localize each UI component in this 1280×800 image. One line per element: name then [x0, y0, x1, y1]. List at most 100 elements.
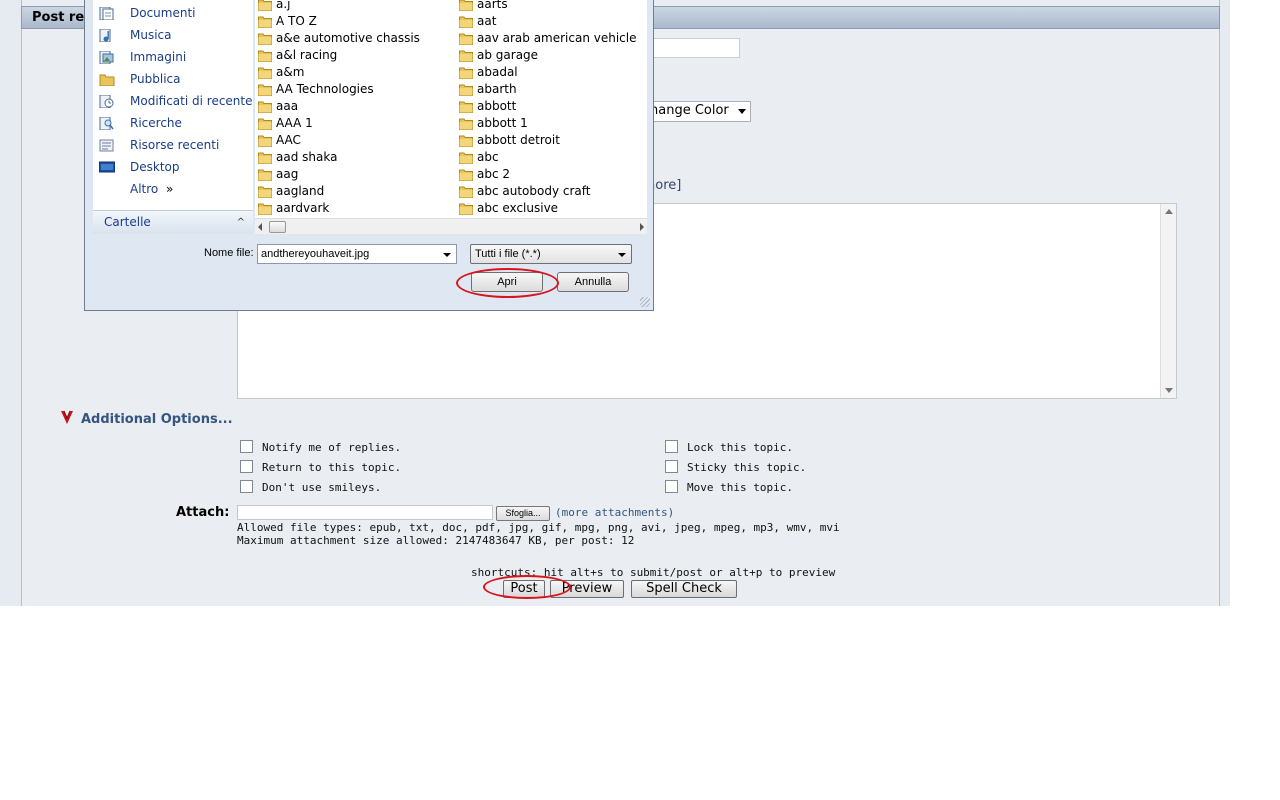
post-reply-title: Post re: [32, 10, 85, 25]
nav-item-label: Immagini: [130, 50, 187, 64]
nav-item-label: Musica: [130, 28, 172, 42]
additional-options-label: Additional Options...: [81, 412, 233, 427]
folder-name: AA Technologies: [276, 82, 374, 96]
filetype-select[interactable]: Tutti i file (*.*): [470, 244, 632, 264]
nav-item-label: Documenti: [130, 6, 196, 20]
folder-name: aarts: [477, 0, 508, 11]
folder-name: abbott detroit: [477, 133, 560, 147]
folder-name: a.j: [276, 0, 291, 11]
folder-icon: [459, 67, 473, 79]
folder-icon: [258, 67, 272, 79]
searches-icon: [99, 117, 114, 130]
folder-icon: [459, 50, 473, 62]
public-folder-icon: [99, 74, 115, 86]
folder-name: abc autobody craft: [477, 184, 591, 198]
folder-name: aardvark: [276, 201, 330, 215]
chevron-down-icon: [738, 109, 746, 114]
allowed-file-types: Allowed file types: epub, txt, doc, pdf,…: [237, 521, 840, 534]
file-open-dialog: Documenti Musica Immagini Pubblica Modif…: [84, 0, 654, 311]
notify-replies-label: Notify me of replies.: [262, 441, 402, 454]
max-attachment-size: Maximum attachment size allowed: 2147483…: [237, 534, 635, 547]
folder-icon: [258, 118, 272, 130]
folder-icon: [459, 33, 473, 45]
folder-name: abbott 1: [477, 116, 528, 130]
folder-icon: [258, 101, 272, 113]
color-select[interactable]: hange Color: [640, 101, 751, 122]
folders-label: Cartelle: [104, 215, 151, 229]
folder-icon: [258, 203, 272, 215]
folder-name: abbott: [477, 99, 517, 113]
folder-icon: [258, 135, 272, 147]
pictures-icon: [99, 51, 114, 64]
message-scrollbar[interactable]: [1160, 204, 1176, 398]
filetype-value: Tutti i file (*.*): [475, 248, 541, 260]
folder-icon: [459, 16, 473, 28]
folder-icon: [258, 50, 272, 62]
nav-item-label: Risorse recenti: [130, 138, 220, 152]
folder-name: aad shaka: [276, 150, 338, 164]
sticky-topic-checkbox[interactable]: [665, 460, 678, 473]
filename-value: andthereyouhaveit.jpg: [261, 248, 370, 260]
folder-name: aaa: [276, 99, 299, 113]
folder-icon: [459, 169, 473, 181]
scroll-right-icon[interactable]: [640, 223, 644, 231]
return-topic-checkbox[interactable]: [240, 460, 253, 473]
folder-name: abc: [477, 150, 499, 164]
attachment-file-input[interactable]: [237, 505, 493, 520]
subject-input[interactable]: [640, 38, 740, 58]
music-icon: [99, 29, 111, 42]
spell-check-button[interactable]: Spell Check: [631, 580, 737, 598]
sticky-topic-label: Sticky this topic.: [687, 461, 807, 474]
folder-icon: [459, 0, 473, 11]
folder-icon: [459, 84, 473, 96]
post-button[interactable]: Post: [503, 580, 545, 598]
folder-name: AAC: [276, 133, 301, 147]
folder-icon: [459, 118, 473, 130]
scroll-down-icon[interactable]: [1165, 388, 1173, 393]
scroll-left-icon[interactable]: [258, 223, 262, 231]
folder-icon: [258, 186, 272, 198]
scroll-up-icon[interactable]: [1165, 209, 1173, 214]
preview-button[interactable]: Preview: [550, 580, 624, 598]
folder-icon: [459, 101, 473, 113]
folder-name: aagland: [276, 184, 325, 198]
more-attachments-link[interactable]: (more attachments): [555, 506, 674, 519]
folder-name: A TO Z: [276, 14, 317, 28]
nav-item-label: Altro: [130, 182, 159, 196]
no-smileys-checkbox[interactable]: [240, 480, 253, 493]
no-smileys-label: Don't use smileys.: [262, 481, 382, 494]
resize-grip-icon[interactable]: [640, 297, 650, 307]
recent-items-icon: [99, 139, 114, 152]
folder-icon: [258, 16, 272, 28]
color-select-value: hange Color: [650, 103, 729, 118]
folder-icon: [459, 152, 473, 164]
attach-label: Attach:: [176, 505, 230, 520]
chevron-down-icon[interactable]: [443, 253, 451, 257]
filename-label: Nome file:: [204, 247, 254, 259]
notify-replies-checkbox[interactable]: [240, 440, 253, 453]
folder-name: aat: [477, 14, 497, 28]
folder-icon: [258, 84, 272, 96]
folder-icon: [459, 135, 473, 147]
scrollbar-thumb[interactable]: [269, 221, 286, 233]
cancel-button[interactable]: Annulla: [557, 272, 629, 292]
folder-icon: [459, 203, 473, 215]
browse-button[interactable]: Sfoglia...: [496, 506, 550, 521]
folders-toggle[interactable]: Cartelle ^: [93, 210, 253, 234]
folder-name: a&l racing: [276, 48, 338, 62]
folder-name: AAA 1: [276, 116, 313, 130]
nav-item-label: Ricerche: [130, 116, 182, 130]
expand-chevron-icon: [61, 410, 73, 424]
file-list-scrollbar[interactable]: [255, 218, 647, 234]
folder-name: abc 2: [477, 167, 511, 181]
documents-icon: [99, 7, 114, 20]
move-topic-checkbox[interactable]: [665, 480, 678, 493]
keyboard-shortcuts-hint: shortcuts: hit alt+s to submit/post or a…: [471, 566, 836, 579]
lock-topic-checkbox[interactable]: [665, 440, 678, 453]
folder-icon: [258, 33, 272, 45]
folder-name: abadal: [477, 65, 518, 79]
folder-name: a&m: [276, 65, 305, 79]
open-button[interactable]: Apri: [471, 272, 543, 292]
file-list: a.j A TO Z a&e automotive chassis a&l racin…: [255, 0, 647, 234]
filename-input[interactable]: andthereyouhaveit.jpg: [257, 244, 457, 264]
